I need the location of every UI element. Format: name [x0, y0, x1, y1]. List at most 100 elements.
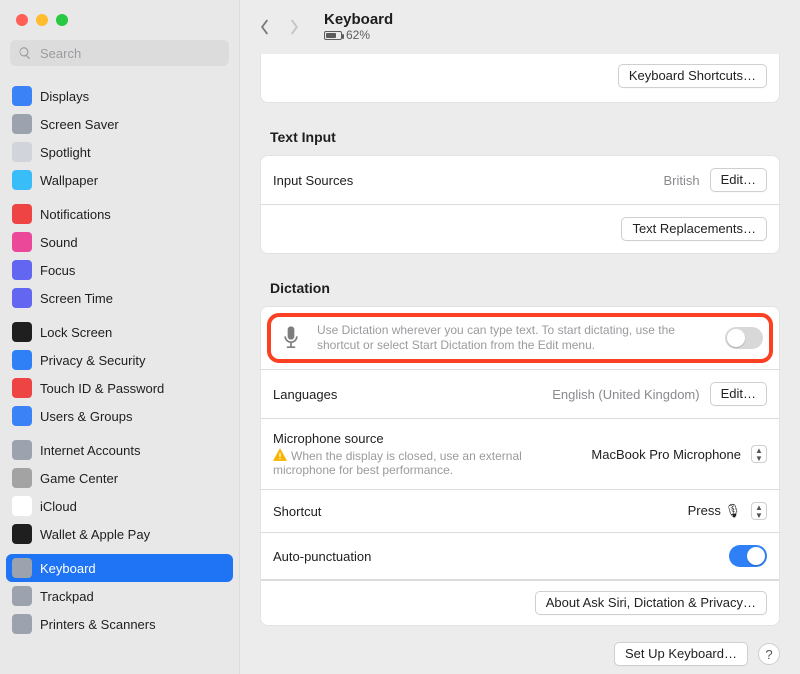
trackpad-icon [12, 586, 32, 606]
section-title-text-input: Text Input [270, 129, 780, 145]
minimize-window-button[interactable] [36, 14, 48, 26]
battery-subtitle: 62% [324, 28, 393, 42]
battery-percent: 62% [346, 28, 370, 42]
microphone-source-warning: When the display is closed, use an exter… [273, 448, 579, 477]
sidebar-item-displays[interactable]: Displays [6, 82, 233, 110]
sidebar-item-label: Privacy & Security [40, 353, 145, 368]
icloud-icon [12, 496, 32, 516]
search-icon [18, 46, 32, 60]
about-privacy-button[interactable]: About Ask Siri, Dictation & Privacy… [535, 591, 767, 615]
spotlight-icon [12, 142, 32, 162]
sidebar-item-label: Lock Screen [40, 325, 112, 340]
internet-accounts-icon [12, 440, 32, 460]
sidebar-item-wallpaper[interactable]: Wallpaper [6, 166, 233, 194]
window-controls [0, 0, 239, 36]
sidebar-item-sound[interactable]: Sound [6, 228, 233, 256]
microphone-source-value: MacBook Pro Microphone [591, 447, 741, 462]
microphone-source-row: Microphone source When the display is cl… [261, 419, 779, 490]
sidebar-item-privacy-security[interactable]: Privacy & Security [6, 346, 233, 374]
wallet-apple-pay-icon [12, 524, 32, 544]
sidebar-item-game-center[interactable]: Game Center [6, 464, 233, 492]
sidebar-item-notifications[interactable]: Notifications [6, 200, 233, 228]
edit-languages-button[interactable]: Edit… [710, 382, 767, 406]
sound-icon [12, 232, 32, 252]
displays-icon [12, 86, 32, 106]
touch-id-password-icon [12, 378, 32, 398]
text-input-group: Input Sources British Edit… Text Replace… [260, 155, 780, 254]
forward-button[interactable] [284, 17, 304, 37]
printers-scanners-icon [12, 614, 32, 634]
focus-icon [12, 260, 32, 280]
dictation-description: Use Dictation wherever you can type text… [317, 323, 713, 353]
main-panel: Keyboard 62% Keyboard Shortcuts… Text In… [240, 0, 800, 674]
maximize-window-button[interactable] [56, 14, 68, 26]
sidebar-item-label: Wallet & Apple Pay [40, 527, 150, 542]
dictation-highlight: Use Dictation wherever you can type text… [267, 313, 773, 363]
languages-label: Languages [273, 387, 540, 402]
warning-icon [273, 448, 287, 461]
sidebar-item-spotlight[interactable]: Spotlight [6, 138, 233, 166]
sidebar-item-label: Printers & Scanners [40, 617, 156, 632]
microphone-source-stepper[interactable]: ▲▼ [751, 445, 767, 463]
sidebar-item-wallet-apple-pay[interactable]: Wallet & Apple Pay [6, 520, 233, 548]
keyboard-icon [12, 558, 32, 578]
keyboard-top-panel: Keyboard Shortcuts… [260, 54, 780, 103]
sidebar-item-label: Screen Time [40, 291, 113, 306]
game-center-icon [12, 468, 32, 488]
sidebar: Displays Screen Saver SpotlightWallpaper No… [0, 0, 240, 674]
page-title: Keyboard [324, 11, 393, 28]
sidebar-item-internet-accounts[interactable]: Internet Accounts [6, 436, 233, 464]
users-groups-icon [12, 406, 32, 426]
sidebar-item-keyboard[interactable]: Keyboard [6, 554, 233, 582]
sidebar-item-label: iCloud [40, 499, 77, 514]
edit-input-sources-button[interactable]: Edit… [710, 168, 767, 192]
sidebar-item-label: Users & Groups [40, 409, 132, 424]
back-button[interactable] [254, 17, 274, 37]
sidebar-item-label: Trackpad [40, 589, 94, 604]
sidebar-item-label: Sound [40, 235, 78, 250]
text-replacements-button[interactable]: Text Replacements… [621, 217, 767, 241]
shortcut-row: Shortcut Press 🎙 ▲▼ [261, 490, 779, 533]
languages-value: English (United Kingdom) [552, 387, 699, 402]
sidebar-item-trackpad[interactable]: Trackpad [6, 582, 233, 610]
text-replacements-row: Text Replacements… [261, 205, 779, 253]
sidebar-item-users-groups[interactable]: Users & Groups [6, 402, 233, 430]
input-sources-row: Input Sources British Edit… [261, 156, 779, 205]
microphone-source-label: Microphone source [273, 431, 579, 446]
dictation-group: Use Dictation wherever you can type text… [260, 306, 780, 626]
auto-punctuation-toggle[interactable] [729, 545, 767, 567]
close-window-button[interactable] [16, 14, 28, 26]
sidebar-item-label: Game Center [40, 471, 118, 486]
wallpaper-icon [12, 170, 32, 190]
toolbar: Keyboard 62% [240, 0, 800, 54]
setup-keyboard-button[interactable]: Set Up Keyboard… [614, 642, 748, 666]
sidebar-item-label: Notifications [40, 207, 111, 222]
sidebar-item-label: Internet Accounts [40, 443, 140, 458]
dictation-privacy-row: About Ask Siri, Dictation & Privacy… [261, 580, 779, 625]
search-field[interactable] [10, 40, 229, 66]
microphone-icon [277, 324, 305, 352]
sidebar-item-touch-id-password[interactable]: Touch ID & Password [6, 374, 233, 402]
auto-punctuation-label: Auto-punctuation [273, 549, 717, 564]
auto-punctuation-row: Auto-punctuation [261, 533, 779, 580]
sidebar-list: Displays Screen Saver SpotlightWallpaper No… [0, 76, 239, 674]
sidebar-item-lock-screen[interactable]: Lock Screen [6, 318, 233, 346]
sidebar-item-printers-scanners[interactable]: Printers & Scanners [6, 610, 233, 638]
sidebar-item-screen-saver[interactable]: Screen Saver [6, 110, 233, 138]
sidebar-item-screen-time[interactable]: Screen Time [6, 284, 233, 312]
lock-screen-icon [12, 322, 32, 342]
notifications-icon [12, 204, 32, 224]
sidebar-item-focus[interactable]: Focus [6, 256, 233, 284]
search-input[interactable] [38, 45, 221, 62]
help-button[interactable]: ? [758, 643, 780, 665]
sidebar-item-label: Screen Saver [40, 117, 119, 132]
input-sources-value: British [663, 173, 699, 188]
shortcut-label: Shortcut [273, 504, 676, 519]
sidebar-item-icloud[interactable]: iCloud [6, 492, 233, 520]
footer: Set Up Keyboard… ? [260, 642, 780, 666]
shortcut-stepper[interactable]: ▲▼ [751, 502, 767, 520]
input-sources-label: Input Sources [273, 173, 651, 188]
sidebar-item-label: Displays [40, 89, 89, 104]
dictation-toggle[interactable] [725, 327, 763, 349]
keyboard-shortcuts-button[interactable]: Keyboard Shortcuts… [618, 64, 767, 88]
